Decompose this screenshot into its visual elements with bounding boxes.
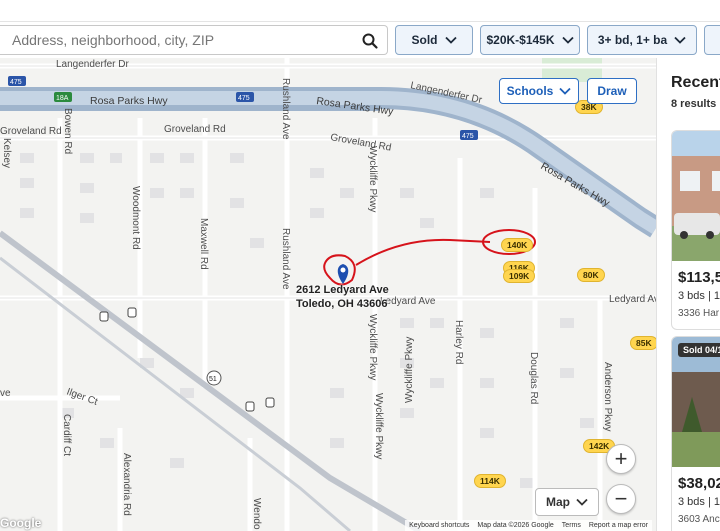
listing-card[interactable]: $113,5 3 bds | 1 3336 Har <box>671 130 720 330</box>
price-filter-label: $20K-$145K <box>486 33 555 47</box>
chevron-down-icon <box>674 36 686 44</box>
svg-text:51: 51 <box>209 376 217 383</box>
road-label-wyckliffe-4: Wyckliffe Pkwy <box>404 337 415 403</box>
road-label-kelsey: Kelsey <box>1 138 12 168</box>
rail-crossing-icon <box>265 397 275 408</box>
map-type-label: Map <box>546 495 570 509</box>
listing-price: $38,02 <box>678 475 720 492</box>
map-canvas[interactable]: Langenderfer Dr Langenderfer Dr Rosa Par… <box>0 58 656 531</box>
keyboard-shortcuts-link[interactable]: Keyboard shortcuts <box>409 522 469 529</box>
filter-bar: Sold $20K-$145K 3+ bd, 1+ ba <box>0 22 720 58</box>
beds-baths-filter-label: 3+ bd, 1+ ba <box>597 33 668 47</box>
road-label-langenderfer-1: Langenderfer Dr <box>56 59 129 70</box>
map-attribution: Keyboard shortcuts Map data ©2026 Google… <box>405 520 652 531</box>
google-logo: Google <box>0 516 42 530</box>
road-label-groveland-2: Groveland Rd <box>164 124 226 135</box>
zoom-out-button[interactable]: − <box>606 484 636 514</box>
draw-button-label: Draw <box>597 84 627 98</box>
listing-photo <box>672 131 720 261</box>
route-shield-475a: 475 <box>8 76 26 86</box>
results-title: Recently sold <box>671 74 720 91</box>
rail-crossing-icon <box>99 311 109 322</box>
road-label-ave-left: ve <box>0 388 11 399</box>
route-shield-475c: 475 <box>460 130 478 140</box>
listing-photo: Sold 04/1 <box>672 337 720 467</box>
road-label-douglas: Douglas Rd <box>528 352 539 404</box>
road-label-maxwell: Maxwell Rd <box>198 218 209 270</box>
road-label-wyckliffe-3: Wyckliffe Pkwy <box>373 393 384 459</box>
listing-price: $113,5 <box>678 269 720 286</box>
more-filters-button[interactable] <box>704 25 720 55</box>
rail-crossing-icon <box>127 307 137 318</box>
map-data-text: Map data ©2026 Google <box>477 522 554 529</box>
price-filter-button[interactable]: $20K-$145K <box>480 25 580 55</box>
results-count: 8 results <box>671 98 717 110</box>
road-label-wendover: Wendo <box>251 498 262 530</box>
rail-crossing-icon <box>245 401 255 412</box>
price-pin[interactable]: 109K <box>503 269 536 283</box>
road-label-anderson: Anderson Pkwy <box>602 362 613 431</box>
chevron-down-icon <box>561 36 574 44</box>
road-label-rosa-parks-1: Rosa Parks Hwy <box>90 95 168 107</box>
road-label-harley: Harley Rd <box>453 320 464 364</box>
route-shield-51: 51 <box>206 370 222 386</box>
search-input[interactable] <box>0 26 340 54</box>
road-label-cardiff: Cardiff Ct <box>61 414 72 456</box>
listing-street: 3336 Har <box>678 308 720 319</box>
road-label-groveland-1: Groveland Rd <box>0 126 62 137</box>
listing-details: 3 bds | 1 <box>678 496 720 508</box>
report-map-error-link[interactable]: Report a map error <box>589 522 648 529</box>
price-pin[interactable]: 140K <box>501 238 534 252</box>
results-sidebar: Recently sold 8 results $113,5 3 bds | 1… <box>656 58 720 531</box>
selected-address-label: 2612 Ledyard Ave Toledo, OH 43606 <box>296 283 389 311</box>
route-shield-475b: 475 <box>236 92 254 102</box>
map-type-button[interactable]: Map <box>535 488 599 516</box>
road-label-wyckliffe-2: Wyckliffe Pkwy <box>367 314 378 380</box>
selected-address-line1: 2612 Ledyard Ave <box>296 284 389 296</box>
listing-details: 3 bds | 1 <box>678 290 720 302</box>
top-header-strip <box>0 0 720 22</box>
selected-address-line2: Toledo, OH 43606 <box>296 298 388 310</box>
chevron-down-icon <box>444 36 457 44</box>
listing-card[interactable]: Sold 04/1 $38,02 3 bds | 1 3603 Anc <box>671 336 720 531</box>
sold-filter-button[interactable]: Sold <box>395 25 473 55</box>
search-box <box>0 25 388 55</box>
beds-baths-filter-button[interactable]: 3+ bd, 1+ ba <box>587 25 697 55</box>
road-label-bowen: Bowen Rd <box>62 108 73 154</box>
price-pin[interactable]: 80K <box>577 268 605 282</box>
road-label-wyckliffe-1: Wyckliffe Pkwy <box>367 146 378 212</box>
road-label-ledyard-2: Ledyard Ave <box>609 294 656 305</box>
zoom-in-button[interactable]: + <box>606 444 636 474</box>
road-label-rushland-2: Rushland Ave <box>280 228 291 290</box>
svg-text:18A: 18A <box>56 95 69 102</box>
sold-filter-label: Sold <box>411 33 438 47</box>
draw-button[interactable]: Draw <box>587 78 637 104</box>
svg-text:475: 475 <box>238 95 250 102</box>
search-icon[interactable] <box>361 32 379 50</box>
road-label-alexandria: Alexandria Rd <box>121 453 132 516</box>
schools-button[interactable]: Schools <box>499 78 579 104</box>
svg-text:475: 475 <box>10 79 22 86</box>
price-pin[interactable]: 85K <box>630 336 656 350</box>
road-label-rushland-1: Rushland Ave <box>280 78 291 140</box>
road-label-woodmont: Woodmont Rd <box>130 186 141 250</box>
chevron-down-icon <box>559 87 571 95</box>
schools-button-label: Schools <box>506 84 554 98</box>
sold-date-badge: Sold 04/1 <box>678 343 720 357</box>
price-pin[interactable]: 114K <box>474 474 506 488</box>
route-shield-18a: 18A <box>54 92 72 102</box>
chevron-down-icon <box>576 498 588 506</box>
listing-street: 3603 Anc <box>678 514 720 525</box>
svg-text:475: 475 <box>462 133 474 140</box>
terms-link[interactable]: Terms <box>562 522 581 529</box>
